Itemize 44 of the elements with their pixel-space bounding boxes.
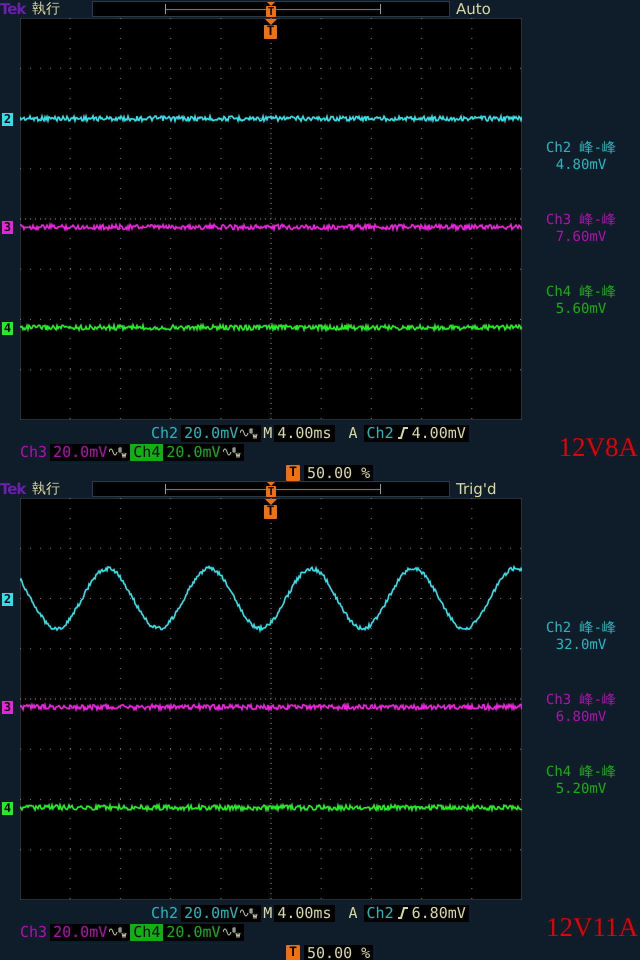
trigger-setting: Ch2 6.80mV <box>364 904 469 922</box>
channel-scale: 20.0mV <box>50 924 130 940</box>
timebase-prefix: M <box>262 424 274 442</box>
timebase-prefix: M <box>262 904 274 922</box>
channel-label[interactable]: Ch4 <box>130 924 164 940</box>
channel-marker: 3 <box>2 221 13 234</box>
peak-to-peak-reading: Ch4 峰-峰 5.20mV <box>546 764 616 798</box>
channel-scale: 20.0mV <box>163 924 244 940</box>
trigger-mode: A <box>348 904 359 922</box>
trigger-position-value: 50.00 % <box>304 944 374 960</box>
brand-logo: Tek <box>0 480 28 498</box>
channel-label[interactable]: Ch4 <box>130 444 164 460</box>
channel-scale: 20.0mV <box>181 424 262 442</box>
channel-marker: 4 <box>2 802 13 815</box>
channel-label[interactable]: Ch2 <box>148 904 182 922</box>
channel-marker: 4 <box>2 322 13 335</box>
peak-to-peak-reading: Ch3 峰-峰 7.60mV <box>546 212 616 246</box>
trigger-mode: A <box>348 424 359 442</box>
brand-logo: Tek <box>0 0 28 18</box>
trigger-position-icon: T <box>286 945 300 960</box>
rising-edge-icon <box>396 426 410 440</box>
channel-marker: 2 <box>2 112 13 126</box>
test-label: 12V8A <box>558 432 638 462</box>
peak-to-peak-reading: Ch2 峰-峰 32.0mV <box>546 620 616 654</box>
channel-scale: 20.0mV <box>163 444 244 460</box>
trigger-position-icon: T <box>286 465 300 481</box>
trigger-status: Auto <box>456 0 491 18</box>
run-state: 執行 <box>32 0 61 18</box>
rising-edge-icon <box>396 906 410 920</box>
channel-scale: 20.0mV <box>181 904 262 922</box>
peak-to-peak-reading: Ch4 峰-峰 5.60mV <box>546 284 616 318</box>
trigger-position-value: 50.00 % <box>304 464 374 482</box>
channel-scale: 20.0mV <box>50 444 130 460</box>
timebase-value: 4.00ms <box>274 904 334 922</box>
peak-to-peak-reading: Ch3 峰-峰 6.80mV <box>546 692 616 726</box>
channel-marker: 2 <box>2 592 13 606</box>
trigger-setting: Ch2 4.00mV <box>364 424 469 442</box>
channel-marker: 3 <box>2 701 13 714</box>
channel-label[interactable]: Ch2 <box>148 424 182 442</box>
trigger-status: Trig'd <box>456 480 496 498</box>
timebase-value: 4.00ms <box>274 424 334 442</box>
peak-to-peak-reading: Ch2 峰-峰 4.80mV <box>546 140 616 174</box>
test-label: 12V11A <box>546 912 638 942</box>
run-state: 執行 <box>32 480 61 498</box>
